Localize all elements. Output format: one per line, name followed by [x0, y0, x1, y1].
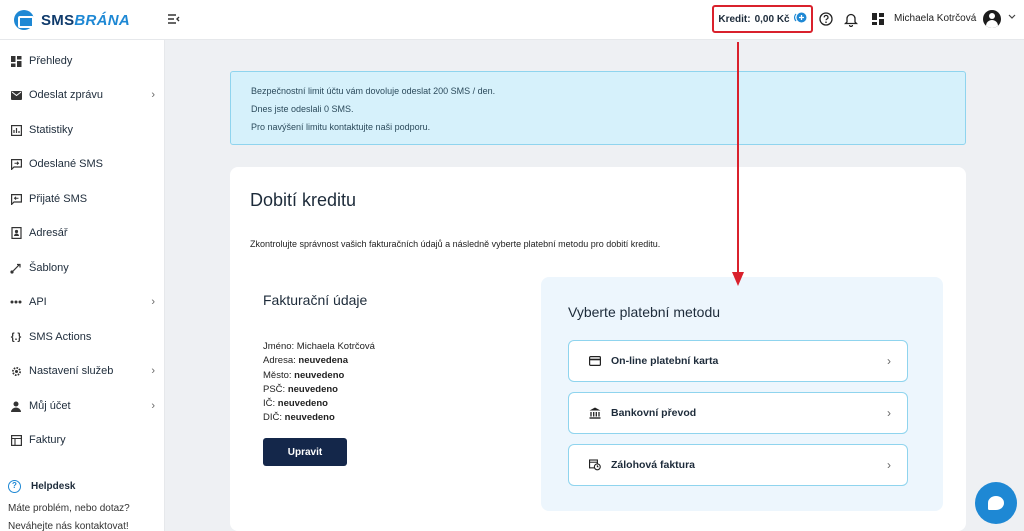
sidebar-item-label: Přehledy — [29, 55, 73, 67]
sidebar-item-statistiky[interactable]: Statistiky — [0, 113, 165, 147]
brand-prefix: SMS — [41, 11, 75, 29]
pay-method-label: Bankovní převod — [611, 407, 697, 419]
sidebar-item-label: Odeslat zprávu — [29, 89, 103, 101]
credit-value: 0,00 Kč — [754, 13, 790, 25]
brand-logo[interactable]: SMSBRÁNA — [14, 10, 130, 30]
api-icon — [10, 296, 22, 308]
helpdesk-title: Helpdesk — [31, 481, 76, 492]
dashboard-icon — [10, 55, 22, 67]
sidebar-item-prijate-sms[interactable]: Přijaté SMS — [0, 182, 165, 216]
received-sms-icon — [10, 193, 22, 205]
credit-label: Kredit: — [718, 13, 751, 25]
chevron-right-icon: › — [887, 354, 891, 368]
top-bar: SMSBRÁNA Kredit: 0,00 Kč Michaela Kotrčo… — [0, 0, 1024, 40]
pay-method-label: On-line platební karta — [611, 355, 719, 367]
payment-title: Vyberte platební metodu — [568, 304, 721, 320]
chevron-right-icon: › — [151, 400, 155, 412]
question-icon: ? — [8, 480, 21, 493]
sidebar-item-label: Statistiky — [29, 124, 74, 136]
chevron-down-icon[interactable] — [1008, 12, 1016, 22]
sidebar-item-label: Nastavení služeb — [29, 365, 114, 377]
sidebar-item-faktury[interactable]: Faktury — [0, 423, 165, 457]
credit-card-icon — [589, 355, 601, 367]
bank-icon — [589, 407, 601, 419]
alert-line3: Pro navýšení limitu kontaktujte naši pod… — [251, 122, 431, 132]
help-icon[interactable] — [818, 11, 834, 27]
edit-billing-button[interactable]: Upravit — [263, 438, 347, 466]
chat-button[interactable] — [975, 482, 1017, 524]
brand-suffix: BRÁNA — [74, 11, 131, 29]
invoice-icon — [10, 434, 22, 446]
code-icon: {.} — [10, 331, 22, 343]
billing-row-ic: IČ: neuvedeno — [263, 398, 328, 409]
templates-icon — [10, 262, 22, 274]
sidebar-item-label: Přijaté SMS — [29, 193, 88, 205]
helpdesk-heading[interactable]: ? Helpdesk — [8, 480, 75, 493]
billing-row-name: Jméno: Michaela Kotrčová — [263, 341, 375, 352]
billing-row-dic: DIČ: neuvedeno — [263, 412, 335, 423]
credit-topup-card: Dobití kreditu Zkontrolujte správnost va… — [230, 167, 966, 531]
collapse-menu-icon[interactable] — [168, 12, 180, 27]
apps-icon[interactable] — [870, 11, 886, 27]
user-icon — [10, 400, 22, 412]
chevron-right-icon: › — [151, 296, 155, 308]
invoice-clock-icon — [589, 459, 601, 471]
billing-title: Fakturační údaje — [263, 292, 368, 308]
avatar[interactable] — [983, 10, 1001, 28]
sidebar-item-adresar[interactable]: Adresář — [0, 216, 165, 250]
sidebar-item-odeslat-zpravu[interactable]: Odeslat zprávu › — [0, 78, 165, 112]
chevron-right-icon: › — [151, 365, 155, 377]
chat-bubble-icon — [988, 496, 1004, 510]
sidebar-item-label: Faktury — [29, 434, 66, 446]
alert-line1: Bezpečnostní limit účtu vám dovoluje ode… — [251, 86, 496, 96]
sidebar-item-api[interactable]: API › — [0, 285, 165, 319]
user-name[interactable]: Michaela Kotrčová — [894, 13, 976, 24]
settings-icon — [10, 365, 22, 377]
sidebar-item-label: API — [29, 296, 47, 308]
sidebar-item-sablony[interactable]: Šablony — [0, 251, 165, 285]
page-description: Zkontrolujte správnost vašich fakturační… — [250, 239, 661, 249]
sidebar-item-label: Šablony — [29, 262, 69, 274]
sidebar-item-muj-ucet[interactable]: Můj účet › — [0, 389, 165, 423]
sidebar-item-sms-actions[interactable]: {.} SMS Actions — [0, 320, 165, 354]
sidebar-item-label: SMS Actions — [29, 331, 92, 343]
sent-sms-icon — [10, 158, 22, 170]
help-text-line2: Neváhejte nás kontaktovat! — [8, 521, 129, 531]
sidebar-item-label: Můj účet — [29, 400, 71, 412]
page-title: Dobití kreditu — [250, 190, 357, 210]
address-book-icon — [10, 227, 22, 239]
chevron-right-icon: › — [887, 406, 891, 420]
payment-method-panel: Vyberte platební metodu On-line platební… — [541, 277, 943, 511]
sidebar: Přehledy Odeslat zprávu › Statistiky Ode… — [0, 40, 165, 531]
daily-limit-alert: Bezpečnostní limit účtu vám dovoluje ode… — [230, 71, 966, 145]
credit-widget[interactable]: Kredit: 0,00 Kč — [712, 5, 813, 33]
sidebar-item-label: Adresář — [29, 227, 68, 239]
sidebar-item-label: Odeslané SMS — [29, 158, 103, 170]
stats-icon — [10, 124, 22, 136]
bell-icon[interactable] — [843, 11, 859, 27]
help-text-line1: Máte problém, nebo dotaz? — [8, 503, 130, 514]
pay-bank-transfer-button[interactable]: Bankovní převod › — [568, 392, 908, 434]
sidebar-item-prehledy[interactable]: Přehledy — [0, 44, 165, 78]
alert-line2: Dnes jste odeslali 0 SMS. — [251, 104, 354, 114]
sidebar-item-nastaveni-sluzeb[interactable]: Nastavení služeb › — [0, 354, 165, 388]
envelope-icon — [10, 89, 22, 101]
pay-proforma-invoice-button[interactable]: Zálohová faktura › — [568, 444, 908, 486]
pay-card-button[interactable]: On-line platební karta › — [568, 340, 908, 382]
sidebar-item-odeslane-sms[interactable]: Odeslané SMS — [0, 147, 165, 181]
chevron-right-icon: › — [151, 89, 155, 101]
pay-method-label: Zálohová faktura — [611, 459, 696, 471]
add-credit-icon[interactable] — [793, 12, 807, 26]
billing-row-city: Město: neuvedeno — [263, 370, 345, 381]
chevron-right-icon: › — [887, 458, 891, 472]
billing-row-address: Adresa: neuvedena — [263, 355, 349, 366]
logo-icon — [14, 10, 34, 30]
billing-row-zip: PSČ: neuvedeno — [263, 384, 338, 395]
